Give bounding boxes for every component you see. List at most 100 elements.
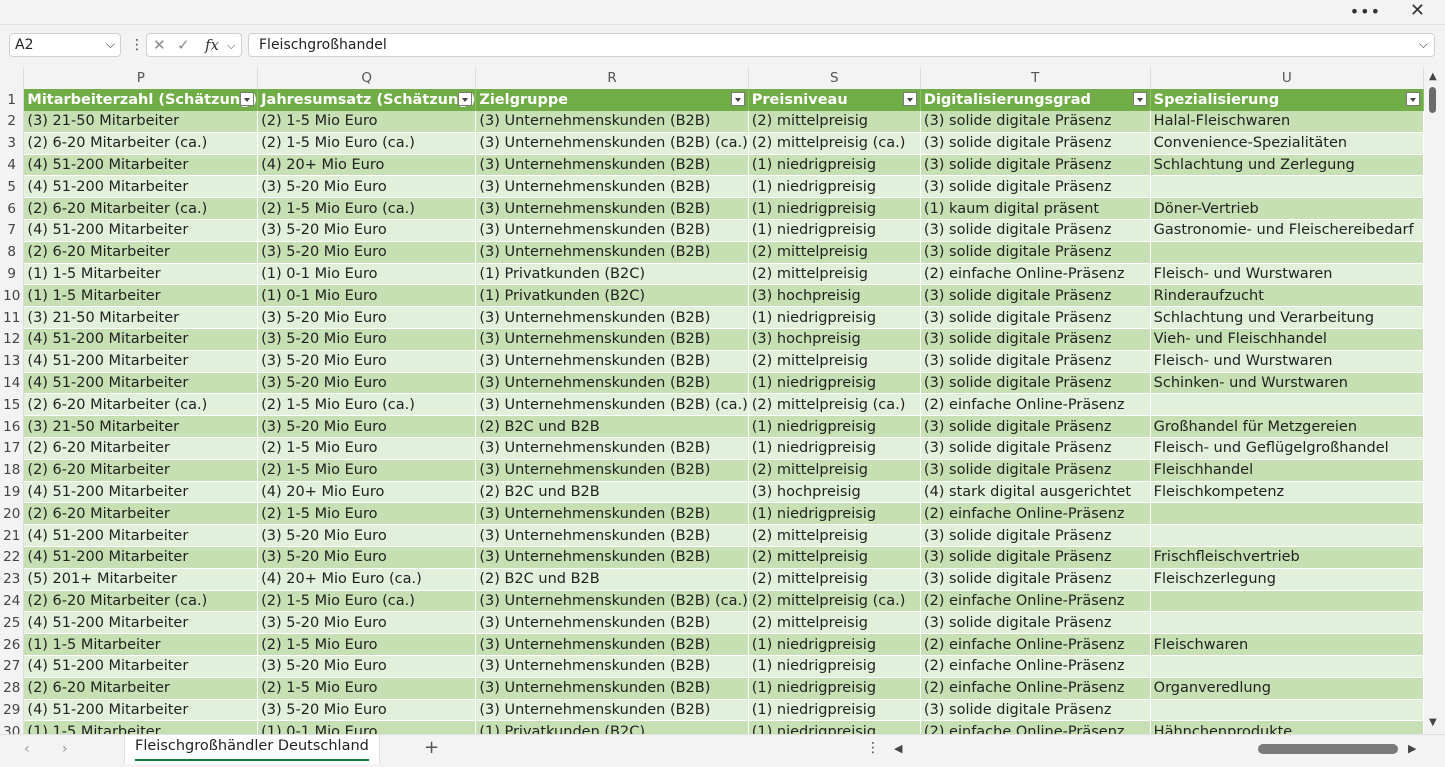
table-cell[interactable]: (2) einfache Online-Präsenz (920, 393, 1151, 417)
table-cell[interactable]: (1) niedrigpreisig (748, 437, 921, 460)
header-cell[interactable]: Spezialisierung (1150, 88, 1424, 111)
table-cell[interactable]: (2) einfache Online-Präsenz (920, 633, 1151, 657)
table-cell[interactable]: (1) niedrigpreisig (748, 633, 921, 657)
more-options-icon[interactable]: ••• (1350, 2, 1381, 21)
table-cell[interactable]: (2) einfache Online-Präsenz (920, 590, 1151, 613)
table-cell[interactable]: (2) 1-5 Mio Euro (ca.) (257, 132, 477, 155)
table-cell[interactable]: (3) solide digitale Präsenz (920, 611, 1151, 635)
row-number[interactable]: 25 (0, 611, 25, 634)
table-cell[interactable]: (3) 5-20 Mio Euro (257, 415, 477, 439)
row-number[interactable]: 26 (0, 633, 25, 656)
close-icon[interactable]: ✕ (1410, 0, 1425, 21)
table-cell[interactable]: Convenience-Spezialitäten (1150, 132, 1424, 155)
table-cell[interactable]: (3) Unternehmenskunden (B2B) (475, 437, 749, 460)
confirm-icon[interactable]: ✓ (177, 36, 190, 54)
table-cell[interactable]: (4) 51-200 Mitarbeiter (23, 524, 259, 548)
insert-function-icon[interactable]: fx (205, 36, 219, 54)
table-cell[interactable]: (1) niedrigpreisig (748, 415, 921, 439)
column-header[interactable]: P (23, 67, 259, 89)
table-cell[interactable]: (4) 51-200 Mitarbeiter (23, 372, 259, 395)
select-all-corner[interactable] (0, 67, 25, 89)
table-cell[interactable]: (3) 5-20 Mio Euro (257, 306, 477, 330)
table-cell[interactable] (1150, 175, 1424, 199)
table-cell[interactable]: (2) einfache Online-Präsenz (920, 263, 1151, 286)
table-cell[interactable]: Fleischwaren (1150, 633, 1424, 657)
row-number[interactable]: 21 (0, 524, 25, 547)
filter-dropdown-icon[interactable] (240, 91, 255, 106)
table-cell[interactable]: (1) 0-1 Mio Euro (257, 263, 477, 286)
table-cell[interactable]: Vieh- und Fleischhandel (1150, 328, 1424, 351)
row-number[interactable]: 28 (0, 677, 25, 700)
table-cell[interactable]: (3) Unternehmenskunden (B2B) (475, 328, 749, 351)
table-cell[interactable]: Döner-Vertrieb (1150, 197, 1424, 221)
table-cell[interactable] (1150, 699, 1424, 722)
table-cell[interactable]: (1) niedrigpreisig (748, 655, 921, 678)
table-cell[interactable]: (3) solide digitale Präsenz (920, 154, 1151, 177)
table-cell[interactable]: (2) mittelpreisig (748, 546, 921, 569)
vertical-scrollbar[interactable]: ▲ ▼ (1424, 67, 1445, 734)
table-cell[interactable]: Fleisch- und Geflügelgroßhandel (1150, 437, 1424, 460)
table-cell[interactable]: (2) B2C und B2B (475, 415, 749, 439)
table-cell[interactable]: (2) mittelpreisig (748, 241, 921, 264)
table-cell[interactable]: Schinken- und Wurstwaren (1150, 372, 1424, 395)
chevron-down-icon[interactable]: ⌵ (227, 39, 235, 53)
table-cell[interactable]: (3) Unternehmenskunden (B2B) (475, 677, 749, 700)
table-cell[interactable]: (3) Unternehmenskunden (B2B) (475, 175, 749, 199)
table-cell[interactable]: Schlachtung und Zerlegung (1150, 154, 1424, 177)
table-cell[interactable]: (2) 6-20 Mitarbeiter (ca.) (23, 590, 259, 613)
table-cell[interactable]: (3) 5-20 Mio Euro (257, 611, 477, 635)
table-cell[interactable]: (3) Unternehmenskunden (B2B) (475, 219, 749, 242)
table-cell[interactable]: (4) 51-200 Mitarbeiter (23, 154, 259, 177)
table-cell[interactable]: (1) 0-1 Mio Euro (257, 720, 477, 734)
table-cell[interactable]: (3) Unternehmenskunden (B2B) (ca.) (475, 132, 749, 155)
row-number[interactable]: 15 (0, 393, 25, 416)
table-cell[interactable]: (3) Unternehmenskunden (B2B) (475, 611, 749, 635)
table-cell[interactable]: (2) 1-5 Mio Euro (257, 459, 477, 482)
header-cell[interactable]: Mitarbeiterzahl (Schätzung) (23, 88, 259, 111)
table-cell[interactable]: Halal-Fleischwaren (1150, 110, 1424, 133)
table-cell[interactable]: (2) mittelpreisig (748, 110, 921, 133)
table-cell[interactable] (1150, 655, 1424, 678)
formula-input[interactable]: Fleischgroßhandel ⌵ (248, 33, 1435, 57)
table-cell[interactable]: (3) solide digitale Präsenz (920, 437, 1151, 460)
row-number[interactable]: 14 (0, 372, 25, 394)
table-cell[interactable]: (4) 51-200 Mitarbeiter (23, 328, 259, 351)
prev-sheet-icon[interactable]: ‹ (24, 741, 30, 757)
table-cell[interactable]: (2) einfache Online-Präsenz (920, 720, 1151, 734)
row-number[interactable]: 8 (0, 241, 25, 264)
row-number[interactable]: 6 (0, 197, 25, 220)
table-cell[interactable]: (2) B2C und B2B (475, 481, 749, 504)
table-cell[interactable]: (4) stark digital ausgerichtet (920, 481, 1151, 504)
table-cell[interactable]: (3) Unternehmenskunden (B2B) (475, 306, 749, 330)
table-cell[interactable]: (3) solide digitale Präsenz (920, 524, 1151, 548)
table-cell[interactable]: Fleisch- und Wurstwaren (1150, 350, 1424, 373)
table-cell[interactable]: Fleischkompetenz (1150, 481, 1424, 504)
table-cell[interactable]: (3) solide digitale Präsenz (920, 328, 1151, 351)
table-cell[interactable]: (4) 51-200 Mitarbeiter (23, 175, 259, 199)
table-cell[interactable]: (2) 6-20 Mitarbeiter (ca.) (23, 197, 259, 221)
table-cell[interactable]: (1) 1-5 Mitarbeiter (23, 633, 259, 657)
table-cell[interactable]: (2) mittelpreisig (748, 350, 921, 373)
table-cell[interactable]: (3) solide digitale Präsenz (920, 350, 1151, 373)
horizontal-scroll-thumb[interactable] (1258, 744, 1398, 754)
table-cell[interactable]: (3) solide digitale Präsenz (920, 110, 1151, 133)
table-cell[interactable]: (3) solide digitale Präsenz (920, 219, 1151, 242)
table-cell[interactable]: (3) 5-20 Mio Euro (257, 699, 477, 722)
scroll-left-icon[interactable]: ◀ (894, 742, 902, 755)
table-cell[interactable]: (3) Unternehmenskunden (B2B) (475, 197, 749, 221)
header-cell[interactable]: Preisniveau (748, 88, 921, 111)
table-cell[interactable]: (3) solide digitale Präsenz (920, 546, 1151, 569)
table-cell[interactable]: (3) Unternehmenskunden (B2B) (475, 372, 749, 395)
table-cell[interactable]: (3) Unternehmenskunden (B2B) (475, 524, 749, 548)
name-box[interactable]: A2 ⌵ (9, 33, 121, 57)
table-cell[interactable]: Rinderaufzucht (1150, 284, 1424, 308)
table-cell[interactable]: (2) 6-20 Mitarbeiter (ca.) (23, 393, 259, 417)
table-cell[interactable]: Großhandel für Metzgereien (1150, 415, 1424, 439)
row-number[interactable]: 12 (0, 328, 25, 351)
table-cell[interactable]: (3) Unternehmenskunden (B2B) (475, 459, 749, 482)
row-number[interactable]: 2 (0, 110, 25, 133)
table-cell[interactable] (1150, 502, 1424, 526)
table-cell[interactable]: (4) 51-200 Mitarbeiter (23, 655, 259, 678)
column-header[interactable]: Q (257, 67, 477, 89)
table-cell[interactable]: (1) niedrigpreisig (748, 154, 921, 177)
